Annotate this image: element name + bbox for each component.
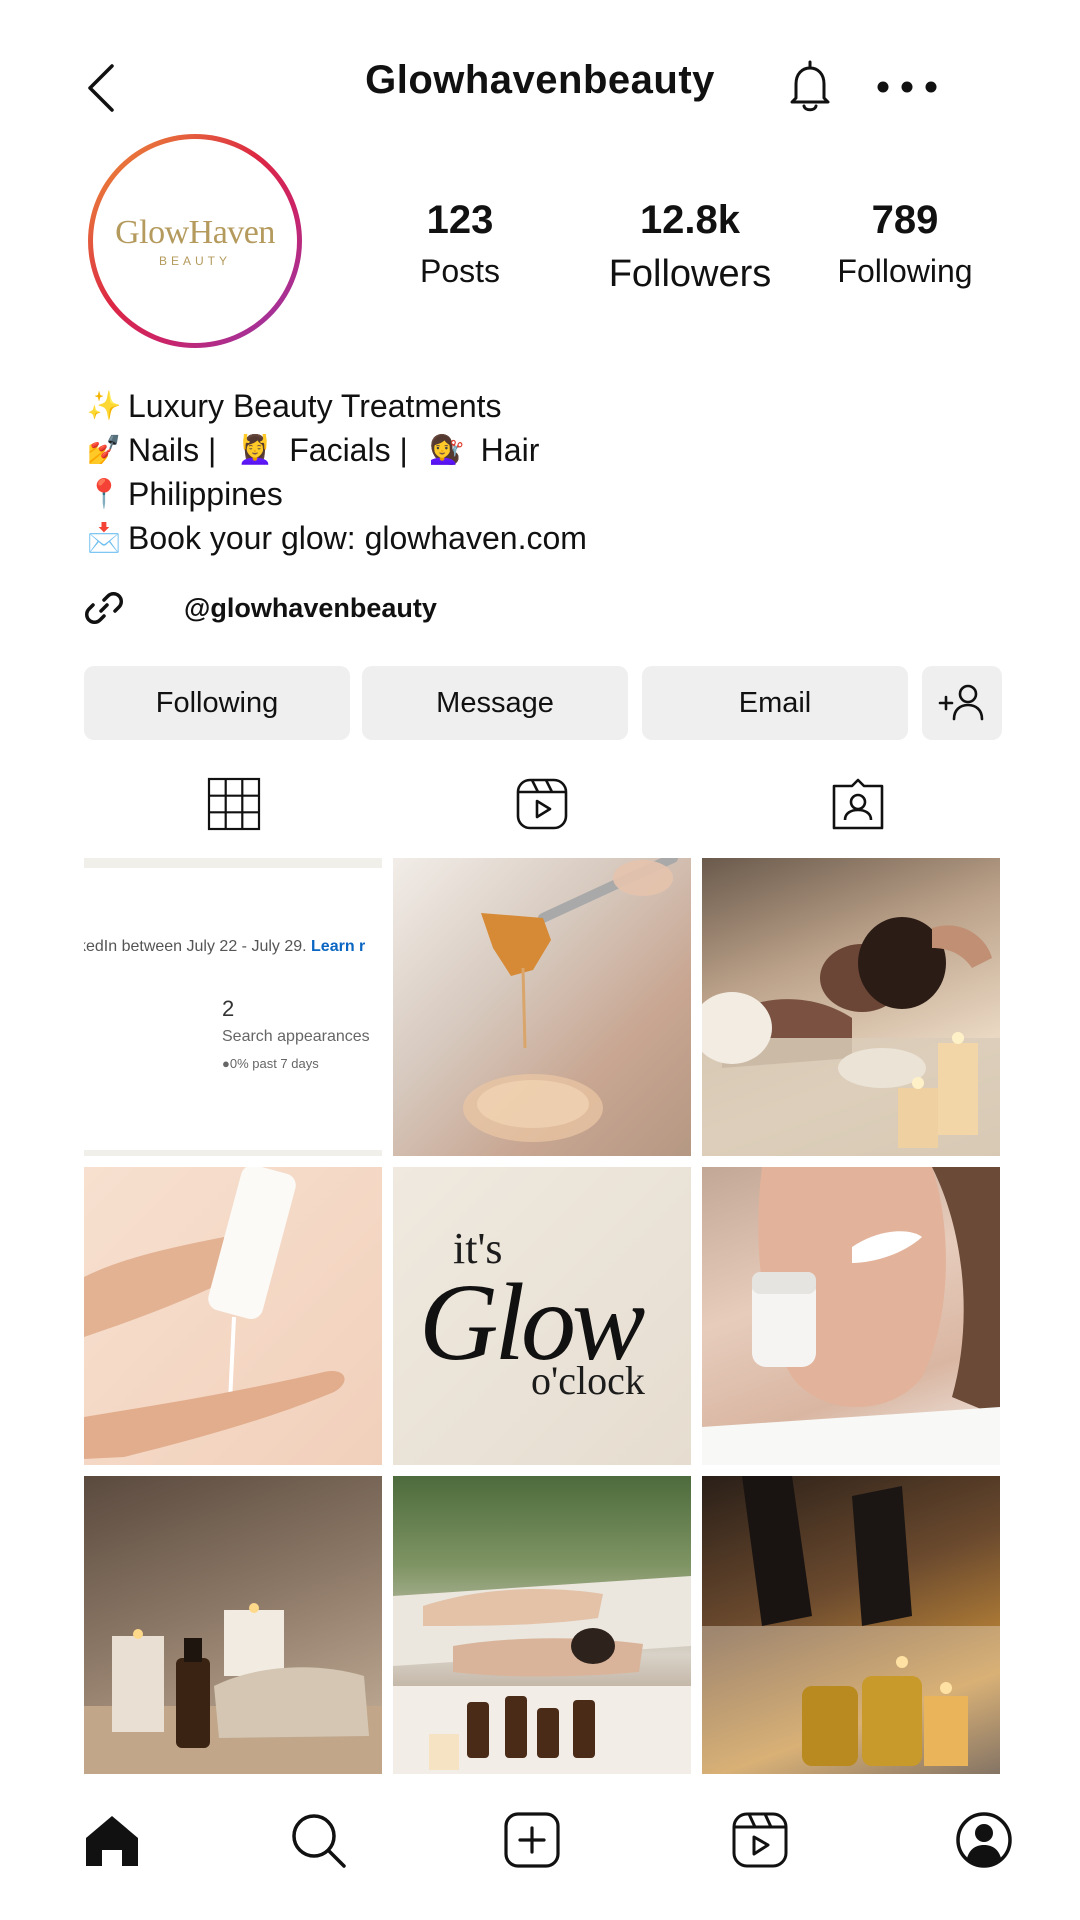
- post-text-main: kedIn between July 22 - July 29.: [84, 938, 307, 955]
- followers-stat[interactable]: 12.8k Followers: [600, 198, 780, 296]
- followers-label: Followers: [608, 253, 772, 295]
- reels-icon[interactable]: [514, 776, 570, 832]
- profile-icon[interactable]: [954, 1810, 1014, 1870]
- message-button[interactable]: Message: [362, 666, 628, 740]
- home-icon[interactable]: [82, 1810, 142, 1870]
- haircut-emoji: 💇‍♀️: [429, 434, 465, 465]
- post-outdoor-massage[interactable]: [393, 1476, 691, 1774]
- post-spa-candles[interactable]: [84, 1476, 382, 1774]
- bio-text: Philippines: [128, 476, 283, 512]
- post-glow-oclock[interactable]: it's Glow o'clock: [393, 1167, 691, 1465]
- oils-massage-illustration: [702, 1476, 1000, 1774]
- post-linkedin-screenshot[interactable]: kedIn between July 22 - July 29. Learn r…: [84, 858, 382, 1156]
- search-appearances-change: ●0% past 7 days: [222, 1056, 319, 1071]
- reels-icon[interactable]: [730, 1810, 790, 1870]
- link-handle[interactable]: @glowhavenbeauty: [184, 593, 437, 624]
- learn-more-link: Learn r: [311, 938, 366, 955]
- bio-line: 📩 Book your glow: glowhaven.com: [84, 516, 587, 560]
- spa-candles-illustration: [84, 1603, 382, 1774]
- link-icon: [85, 592, 123, 624]
- logo-sub-text: BEAUTY: [158, 254, 231, 268]
- logo-main-text: GlowHaven: [115, 214, 275, 251]
- bio-line: ✨ Luxury Beauty Treatments: [84, 384, 587, 428]
- bio-line: 💅 Nails | 💆‍♀️ Facials | 💇‍♀️ Hair: [84, 428, 587, 472]
- following-stat[interactable]: 789 Following: [820, 198, 990, 290]
- following-label: Following: [837, 253, 973, 289]
- post-head-massage[interactable]: [702, 858, 1000, 1156]
- search-appearances-count: 2: [222, 996, 235, 1021]
- bio-text: Nails |: [128, 432, 226, 468]
- grid-icon[interactable]: [206, 776, 262, 832]
- posts-stat[interactable]: 123 Posts: [400, 198, 520, 290]
- top-bar: Glowhavenbeauty: [0, 0, 1080, 130]
- bio-text: Luxury Beauty Treatments: [128, 388, 502, 424]
- add-user-icon: [938, 684, 984, 721]
- more-horizontal-icon[interactable]: [874, 72, 940, 102]
- profile-bio: ✨ Luxury Beauty Treatments 💅 Nails | 💆‍♀…: [84, 384, 587, 560]
- post-serum-brush[interactable]: [393, 858, 691, 1156]
- post-text-oclock: o'clock: [531, 1358, 645, 1403]
- post-face-cream[interactable]: [702, 1167, 1000, 1465]
- post-lotion-hands[interactable]: [84, 1167, 382, 1465]
- divider: [84, 1150, 382, 1156]
- brand-logo: GlowHaven BEAUTY: [93, 139, 297, 343]
- massage-illustration: [702, 917, 1000, 1156]
- envelope-emoji: 📩: [86, 522, 122, 553]
- post-text: kedIn between July 22 - July 29. Learn r: [84, 938, 365, 956]
- face-cream-illustration: [702, 1167, 1000, 1465]
- add-user-button[interactable]: [922, 666, 1002, 740]
- following-count: 789: [871, 198, 939, 242]
- serum-brush-illustration: [463, 858, 678, 1142]
- create-icon[interactable]: [502, 1810, 562, 1870]
- search-icon[interactable]: [288, 1810, 348, 1870]
- posts-label: Posts: [419, 253, 501, 289]
- following-button[interactable]: Following: [84, 666, 350, 740]
- bio-text[interactable]: Book your glow: glowhaven.com: [128, 516, 587, 560]
- post-oils-massage[interactable]: [702, 1476, 1000, 1774]
- outdoor-massage-illustration: [393, 1576, 691, 1774]
- tagged-icon[interactable]: [830, 776, 886, 832]
- facial-emoji: 💆‍♀️: [237, 434, 273, 465]
- avatar[interactable]: GlowHaven BEAUTY: [88, 134, 302, 348]
- bio-text: Hair: [480, 432, 540, 468]
- email-button[interactable]: Email: [642, 666, 908, 740]
- bell-icon[interactable]: [782, 58, 838, 116]
- bio-line: 📍 Philippines: [84, 472, 587, 516]
- pin-emoji: 📍: [86, 478, 122, 509]
- nail-polish-emoji: 💅: [86, 434, 122, 465]
- profile-link[interactable]: @glowhavenbeauty: [84, 588, 437, 628]
- sparkles-emoji: ✨: [86, 390, 122, 421]
- posts-count: 123: [426, 198, 494, 242]
- bio-text: Facials |: [289, 432, 417, 468]
- search-appearances-label: Search appearances: [222, 1028, 370, 1045]
- lotion-illustration: [84, 1167, 345, 1459]
- followers-count: 12.8k: [639, 198, 741, 242]
